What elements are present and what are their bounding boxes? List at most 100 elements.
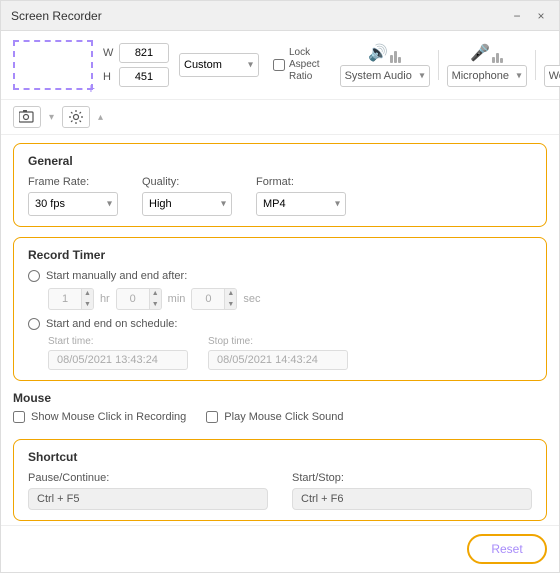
- start-time-field: Start time: 08/05/2021 13:43:24: [48, 336, 188, 370]
- footer: Reset: [1, 525, 559, 572]
- min-down-arrow[interactable]: ▼: [149, 299, 161, 310]
- shortcut-title: Shortcut: [28, 450, 532, 464]
- close-button[interactable]: ×: [533, 8, 549, 24]
- start-stop-label: Start/Stop:: [292, 472, 532, 484]
- height-label: H: [103, 71, 115, 83]
- sec-input[interactable]: [192, 288, 224, 310]
- mouse-title: Mouse: [13, 391, 547, 405]
- reset-button[interactable]: Reset: [467, 534, 547, 564]
- pause-field: Pause/Continue: Ctrl + F5: [28, 472, 268, 510]
- sec-arrows: ▲ ▼: [224, 288, 236, 310]
- audio-block: 🔊 System Audio 🎤: [340, 43, 560, 87]
- play-sound-row: Play Mouse Click Sound: [206, 411, 343, 423]
- height-row: H: [103, 67, 169, 87]
- min-up-arrow[interactable]: ▲: [149, 288, 161, 299]
- lock-aspect-label: Lock AspectRatio: [289, 47, 320, 83]
- record-timer-title: Record Timer: [28, 248, 532, 262]
- preset-select[interactable]: Custom: [179, 53, 259, 77]
- mouse-options: Show Mouse Click in Recording Play Mouse…: [13, 411, 547, 429]
- window-title: Screen Recorder: [11, 9, 102, 23]
- hr-arrows: ▲ ▼: [81, 288, 93, 310]
- format-group: Format: MP4 MOV AVI FLV: [256, 176, 346, 216]
- schedule-inputs: Start time: 08/05/2021 13:43:24 Stop tim…: [48, 336, 532, 370]
- shortcut-row: Pause/Continue: Ctrl + F5 Start/Stop: Ct…: [28, 472, 532, 510]
- dimensions: W H: [103, 43, 169, 87]
- settings-icon[interactable]: [62, 106, 90, 128]
- system-audio-icon: 🔊: [368, 43, 401, 63]
- settings-chevron[interactable]: ▴: [98, 112, 103, 123]
- pause-value[interactable]: Ctrl + F5: [28, 488, 268, 510]
- lock-aspect-checkbox[interactable]: [273, 59, 285, 71]
- quality-select[interactable]: High Low Medium: [142, 192, 232, 216]
- stop-time-value[interactable]: 08/05/2021 14:43:24: [208, 350, 348, 370]
- width-row: W: [103, 43, 169, 63]
- play-sound-checkbox[interactable]: [206, 411, 218, 423]
- shortcut-section: Shortcut Pause/Continue: Ctrl + F5 Start…: [13, 439, 547, 521]
- divider-3: [535, 50, 536, 80]
- show-click-label: Show Mouse Click in Recording: [31, 411, 186, 423]
- hr-down-arrow[interactable]: ▼: [81, 299, 93, 310]
- format-select-wrap: MP4 MOV AVI FLV: [256, 192, 346, 216]
- start-stop-value[interactable]: Ctrl + F6: [292, 488, 532, 510]
- width-label: W: [103, 47, 115, 59]
- mouse-section: Mouse Show Mouse Click in Recording Play…: [13, 391, 547, 429]
- schedule-label: Start and end on schedule:: [46, 318, 177, 330]
- title-bar-controls: − ×: [509, 8, 549, 24]
- hr-input[interactable]: [49, 288, 81, 310]
- hr-up-arrow[interactable]: ▲: [81, 288, 93, 299]
- top-section: + W H Custom Lock AspectRatio: [1, 31, 559, 100]
- system-audio-group: 🔊 System Audio: [340, 43, 430, 87]
- record-timer-section: Record Timer Start manually and end afte…: [13, 237, 547, 381]
- height-input[interactable]: [119, 67, 169, 87]
- min-unit: min: [168, 293, 186, 305]
- sec-unit: sec: [243, 293, 260, 305]
- hr-unit: hr: [100, 293, 110, 305]
- min-input[interactable]: [117, 288, 149, 310]
- stop-time-label: Stop time:: [208, 336, 348, 347]
- format-label: Format:: [256, 176, 346, 188]
- manually-row: Start manually and end after:: [28, 270, 532, 282]
- microphone-select[interactable]: Microphone: [447, 65, 527, 87]
- microphone-select-wrap: Microphone: [447, 65, 527, 87]
- system-audio-select[interactable]: System Audio: [340, 65, 430, 87]
- quality-label: Quality:: [142, 176, 232, 188]
- screenshot-icon[interactable]: [13, 106, 41, 128]
- general-title: General: [28, 154, 532, 168]
- general-section: General Frame Rate: 30 fps 15 fps 20 fps…: [13, 143, 547, 227]
- webcam-select[interactable]: Webcam: [544, 65, 560, 87]
- minimize-button[interactable]: −: [509, 8, 525, 24]
- hr-input-wrap: ▲ ▼: [48, 288, 94, 310]
- system-audio-select-wrap: System Audio: [340, 65, 430, 87]
- lock-aspect-group: Lock AspectRatio: [273, 47, 320, 83]
- divider-2: [438, 50, 439, 80]
- canvas-preview: +: [13, 40, 93, 90]
- sec-up-arrow[interactable]: ▲: [224, 288, 236, 299]
- frame-rate-group: Frame Rate: 30 fps 15 fps 20 fps 24 fps …: [28, 176, 118, 216]
- general-row: Frame Rate: 30 fps 15 fps 20 fps 24 fps …: [28, 176, 532, 216]
- width-input[interactable]: [119, 43, 169, 63]
- frame-rate-select[interactable]: 30 fps 15 fps 20 fps 24 fps 60 fps: [28, 192, 118, 216]
- quality-group: Quality: High Low Medium: [142, 176, 232, 216]
- schedule-row: Start and end on schedule:: [28, 318, 532, 330]
- canvas-cross-icon: +: [85, 82, 97, 94]
- webcam-group: 📷 Webcam: [544, 43, 560, 87]
- start-time-label: Start time:: [48, 336, 188, 347]
- show-click-checkbox[interactable]: [13, 411, 25, 423]
- toolbar-chevron[interactable]: ▾: [49, 112, 54, 123]
- manually-label: Start manually and end after:: [46, 270, 187, 282]
- frame-rate-label: Frame Rate:: [28, 176, 118, 188]
- start-stop-field: Start/Stop: Ctrl + F6: [292, 472, 532, 510]
- content-area: General Frame Rate: 30 fps 15 fps 20 fps…: [1, 135, 559, 525]
- pause-label: Pause/Continue:: [28, 472, 268, 484]
- min-input-wrap: ▲ ▼: [116, 288, 162, 310]
- sec-down-arrow[interactable]: ▼: [224, 299, 236, 310]
- window: Screen Recorder − × + W H Custom: [0, 0, 560, 573]
- timer-inputs: ▲ ▼ hr ▲ ▼ min ▲ ▼: [48, 288, 532, 310]
- start-time-value[interactable]: 08/05/2021 13:43:24: [48, 350, 188, 370]
- lock-aspect-row: Lock AspectRatio: [273, 47, 320, 83]
- manually-radio[interactable]: [28, 270, 40, 282]
- format-select[interactable]: MP4 MOV AVI FLV: [256, 192, 346, 216]
- microphone-icon: 🎤: [470, 43, 503, 63]
- schedule-radio[interactable]: [28, 318, 40, 330]
- sec-input-wrap: ▲ ▼: [191, 288, 237, 310]
